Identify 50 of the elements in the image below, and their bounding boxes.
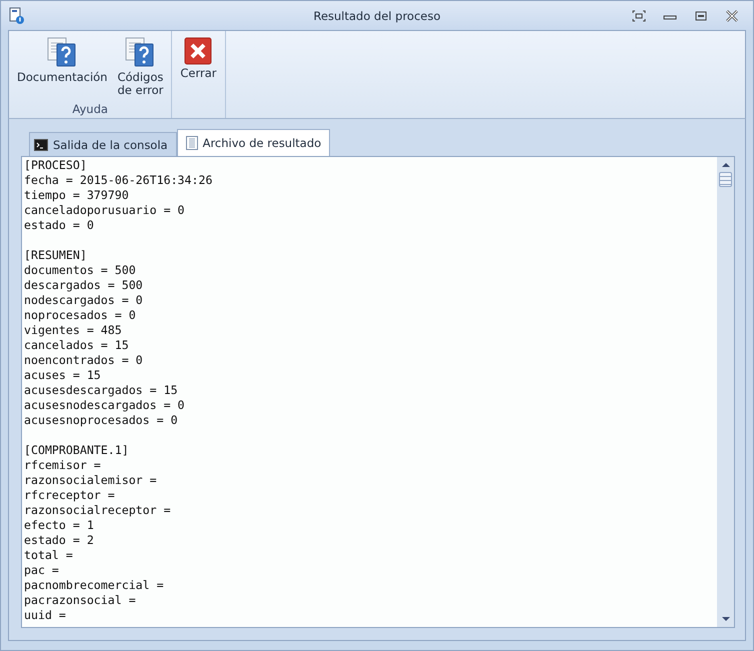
text-line: efecto = 1 bbox=[24, 518, 94, 533]
ribbon-button[interactable]: Cerrar bbox=[176, 35, 220, 116]
ribbon-button[interactable]: Documentación bbox=[13, 35, 112, 102]
text-line: noencontrados = 0 bbox=[24, 353, 143, 368]
text-line: vigentes = 485 bbox=[24, 323, 122, 338]
text-line: total = bbox=[24, 548, 73, 563]
text-line: razonsocialreceptor = bbox=[24, 503, 171, 518]
text-line: [RESUMEN] bbox=[24, 248, 87, 263]
text-line: uuid = bbox=[24, 608, 66, 623]
text-line: fecha = 2015-06-26T16:34:26 bbox=[24, 173, 212, 188]
text-line: acuses = 15 bbox=[24, 368, 101, 383]
maximize-icon[interactable] bbox=[694, 10, 708, 22]
text-line: cancelados = 15 bbox=[24, 338, 129, 353]
text-line: rfcreceptor = bbox=[24, 488, 115, 503]
text-line: nodescargados = 0 bbox=[24, 293, 143, 308]
text-line: pacnombrecomercial = bbox=[24, 578, 164, 593]
console-icon bbox=[34, 138, 48, 150]
text-line: canceladoporusuario = 0 bbox=[24, 203, 185, 218]
fullscreen-icon[interactable] bbox=[632, 10, 646, 22]
text-line: noprocesados = 0 bbox=[24, 308, 136, 323]
text-line: rfcemisor = bbox=[24, 458, 101, 473]
text-line: descargados = 500 bbox=[24, 278, 143, 293]
text-line: documentos = 500 bbox=[24, 263, 136, 278]
close-icon bbox=[184, 37, 212, 65]
text-line: tiempo = 379790 bbox=[24, 188, 129, 203]
document-icon bbox=[186, 136, 198, 150]
text-line: [PROCESO] bbox=[24, 158, 87, 173]
text-line: pac = bbox=[24, 563, 59, 578]
help-document-icon bbox=[46, 37, 78, 69]
text-line: [COMPROBANTE.1] bbox=[24, 443, 129, 458]
scrollbar[interactable] bbox=[717, 157, 734, 627]
text-line: pacrazonsocial = bbox=[24, 593, 136, 608]
app-icon bbox=[9, 6, 25, 24]
text-line: razonsocialemisor = bbox=[24, 473, 157, 488]
text-line: estado = 0 bbox=[24, 218, 94, 233]
help-document-icon bbox=[124, 37, 156, 69]
tab[interactable]: Archivo de resultado bbox=[176, 129, 330, 156]
text-line: estado = 2 bbox=[24, 533, 94, 548]
text-area[interactable] bbox=[21, 156, 735, 628]
scroll-down-icon[interactable] bbox=[720, 616, 732, 624]
scroll-up-icon[interactable] bbox=[720, 160, 732, 168]
text-line: acusesnodescargados = 0 bbox=[24, 398, 185, 413]
window-title: Resultado del proceso bbox=[313, 8, 441, 22]
ribbon-button[interactable]: Códigos de error bbox=[113, 35, 168, 102]
text-line: acusesdescargados = 15 bbox=[24, 383, 178, 398]
tab[interactable]: Salida de la consola bbox=[29, 132, 177, 156]
close-icon[interactable] bbox=[725, 10, 739, 22]
group-label: Ayuda bbox=[72, 102, 108, 116]
scroll-thumb[interactable] bbox=[719, 172, 732, 187]
text-line: acusesnoprocesados = 0 bbox=[24, 413, 178, 428]
